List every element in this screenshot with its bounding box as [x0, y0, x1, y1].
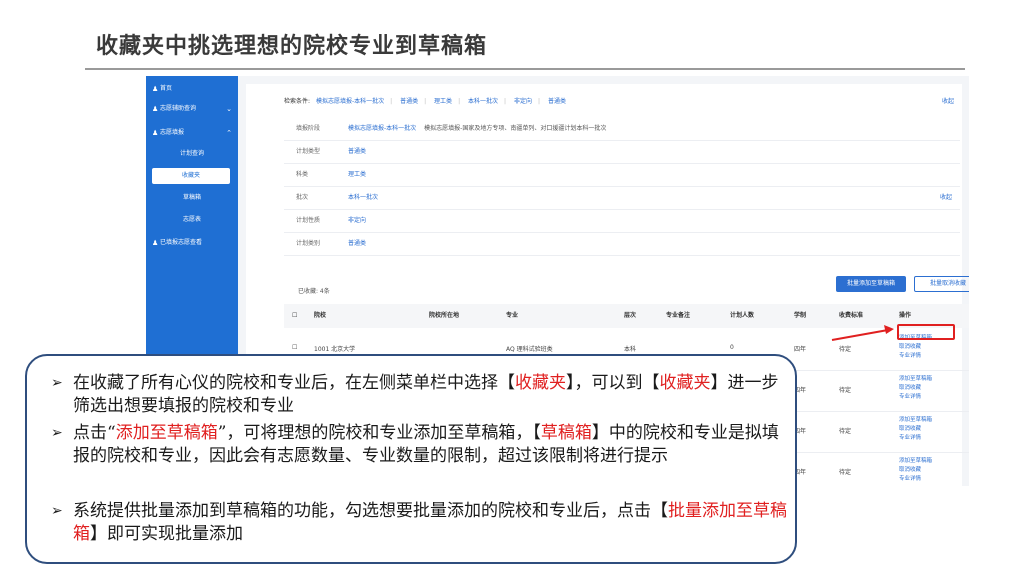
cancel-favorite-link[interactable]: 取消收藏 [899, 343, 932, 352]
sidebar-item-query[interactable]: ♟ 志愿辅助查询 ⌄ [146, 100, 238, 118]
person-icon: ♟ [152, 105, 159, 113]
row-checkbox[interactable]: ☐ [292, 344, 297, 351]
major-detail-link[interactable]: 专业详情 [899, 393, 932, 402]
saved-count: 已收藏: 4条 [298, 288, 330, 295]
collapse-link[interactable]: 收起 [940, 187, 952, 209]
person-icon: ♟ [152, 129, 159, 137]
filter-option[interactable]: 普通类 [348, 233, 366, 255]
highlight-box [897, 324, 955, 340]
filter-row-plan-type: 计划类型 普通类 [284, 141, 960, 164]
major-detail-link[interactable]: 专业详情 [899, 352, 932, 361]
title-divider [85, 68, 965, 70]
sidebar-item-fill[interactable]: ♟ 志愿填报 ⌃ [146, 124, 238, 142]
condition-tag[interactable]: 模拟志愿填报-本科一批次 [316, 98, 384, 105]
condition-tag[interactable]: 普通类 [548, 98, 566, 105]
search-conditions-bar: 检索条件: 模拟志愿填报-本科一批次 | 普通类 | 理工类 | 本科一批次 | 非定向… [284, 94, 960, 110]
cancel-favorite-link[interactable]: 取消收藏 [899, 466, 932, 475]
chevron-up-icon: ⌃ [226, 129, 232, 137]
filter-row-plan-class: 计划类别 普通类 [284, 233, 960, 256]
slide-title: 收藏夹中挑选理想的院校专业到草稿箱 [96, 34, 488, 59]
filter-row-stage: 填报阶段 模拟志愿填报-本科一批次 模拟志愿填报-国家及地方专项、南疆单列、对口援… [284, 118, 960, 141]
collapse-link[interactable]: 收起 [942, 94, 954, 110]
condition-tag[interactable]: 理工类 [434, 98, 452, 105]
sidebar-sub-favorites[interactable]: 收藏夹 [152, 168, 230, 184]
sidebar-sub-plan-query[interactable]: 计划查询 [146, 146, 238, 162]
filter-option[interactable]: 本科一批次 [348, 187, 378, 209]
filter-option[interactable]: 普通类 [348, 141, 366, 163]
filter-row-category: 科类 理工类 [284, 164, 960, 187]
filter-option[interactable]: 非定向 [348, 210, 366, 232]
filter-row-batch: 批次 本科一批次 收起 [284, 187, 960, 210]
filter-option[interactable]: 模拟志愿填报-国家及地方专项、南疆单列、对口援疆计划本科一批次 [424, 125, 606, 132]
sidebar-sub-application-form[interactable]: 志愿表 [146, 212, 238, 228]
add-to-drafts-link[interactable]: 添加至草稿箱 [899, 416, 932, 425]
batch-cancel-favorites-button[interactable]: 批量取消收藏 [914, 276, 969, 292]
row-actions: 添加至草稿箱 取消收藏 专业详情 [899, 375, 932, 402]
major-detail-link[interactable]: 专业详情 [899, 475, 932, 484]
condition-tag[interactable]: 非定向 [514, 98, 532, 105]
cancel-favorite-link[interactable]: 取消收藏 [899, 425, 932, 434]
cancel-favorite-link[interactable]: 取消收藏 [899, 384, 932, 393]
condition-tag[interactable]: 本科一批次 [468, 98, 498, 105]
sidebar-item-submitted[interactable]: ♟ 已填报志愿查看 [146, 234, 238, 252]
explanation-callout: ➢ 在收藏了所有心仪的院校和专业后，在左侧菜单栏中选择【收藏夹】，可以到【收藏夹… [25, 354, 797, 564]
row-actions: 添加至草稿箱 取消收藏 专业详情 [899, 416, 932, 443]
condition-tag[interactable]: 普通类 [400, 98, 418, 105]
filter-row-plan-nature: 计划性质 非定向 [284, 210, 960, 233]
chevron-down-icon: ⌄ [226, 105, 232, 113]
add-to-drafts-link[interactable]: 添加至草稿箱 [899, 375, 932, 384]
filter-option[interactable]: 模拟志愿填报-本科一批次 [348, 125, 416, 132]
row-actions: 添加至草稿箱 取消收藏 专业详情 [899, 457, 932, 484]
person-icon: ♟ [152, 85, 159, 93]
select-all-checkbox[interactable]: ☐ [292, 304, 297, 328]
batch-add-to-drafts-button[interactable]: 批量添加至草稿箱 [836, 276, 906, 292]
arrow-bullet-icon: ➢ [51, 425, 63, 441]
arrow-bullet-icon: ➢ [51, 503, 63, 519]
sidebar-sub-drafts[interactable]: 草稿箱 [146, 190, 238, 206]
pointer-arrow-icon [831, 325, 894, 341]
add-to-drafts-link[interactable]: 添加至草稿箱 [899, 457, 932, 466]
filter-option[interactable]: 理工类 [348, 164, 366, 186]
arrow-bullet-icon: ➢ [51, 375, 63, 391]
sidebar-item-home[interactable]: ♟ 首页 [146, 80, 238, 98]
person-icon: ♟ [152, 239, 159, 247]
major-detail-link[interactable]: 专业详情 [899, 434, 932, 443]
